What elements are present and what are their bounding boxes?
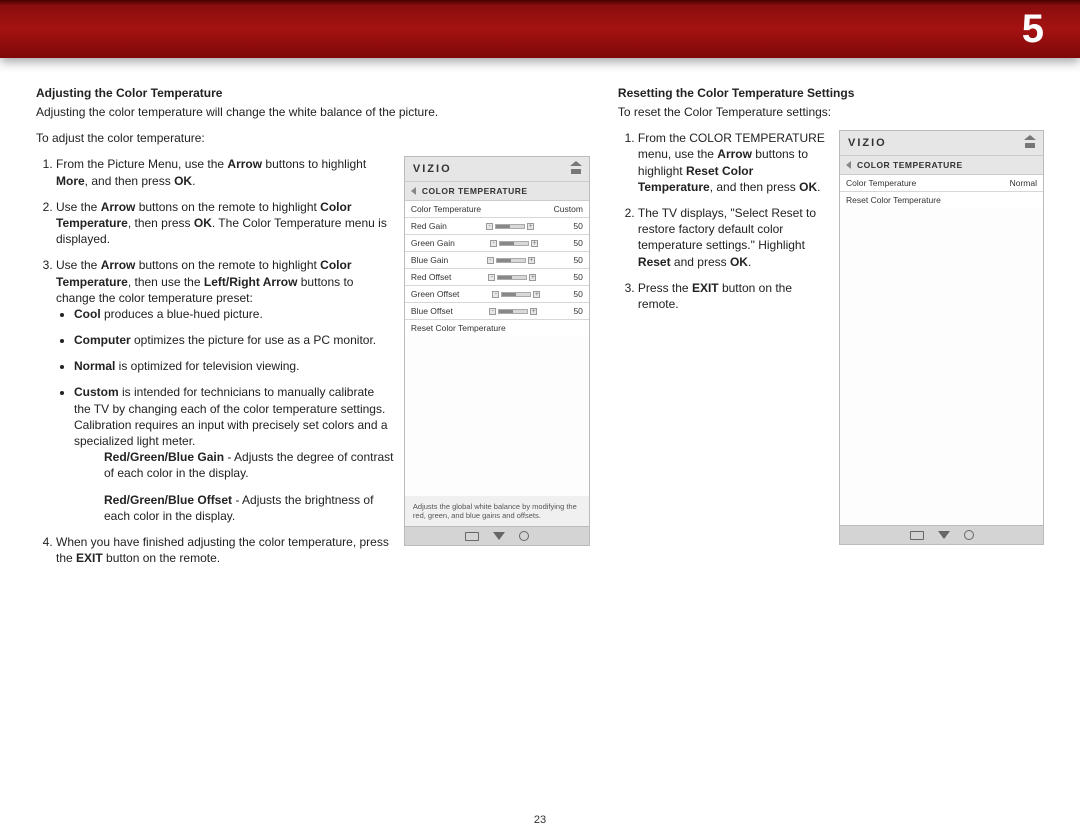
row-label: Blue Offset [411, 306, 453, 316]
left-column: Adjusting the Color Temperature Adjustin… [36, 86, 590, 576]
row-label: Green Gain [411, 238, 455, 248]
v-icon [938, 531, 950, 539]
gear-icon [519, 531, 529, 541]
menu-row: Red Offset -+ 50 [405, 269, 589, 286]
row-label: Red Offset [411, 272, 451, 282]
menu-row: Red Gain -+ 50 [405, 218, 589, 235]
row-label: Color Temperature [846, 178, 916, 188]
slider: -+ [487, 256, 535, 264]
row-label: Blue Gain [411, 255, 448, 265]
row-value: Custom [554, 204, 583, 214]
back-icon [411, 187, 416, 195]
menu-title: COLOR TEMPERATURE [857, 160, 963, 170]
menu-row: Color Temperature Normal [840, 175, 1043, 192]
menu-row: Green Gain -+ 50 [405, 235, 589, 252]
v-icon [493, 532, 505, 540]
menu-rows: Color Temperature Custom Red Gain -+ 50 … [405, 201, 589, 336]
chapter-header: 5 [0, 0, 1080, 58]
menu-title-row: COLOR TEMPERATURE [840, 156, 1043, 175]
row-value: 50 [573, 272, 582, 282]
home-icon [571, 164, 581, 174]
tv-menu: VIZIO COLOR TEMPERATURE Color Temperatur… [404, 156, 590, 546]
screenshot-color-temp-menu: VIZIO COLOR TEMPERATURE Color Temperatur… [404, 156, 590, 546]
brand-logo: VIZIO [413, 163, 452, 175]
section-heading: Adjusting the Color Temperature [36, 86, 590, 100]
slider: -+ [488, 273, 536, 281]
brand-row: VIZIO [405, 157, 589, 182]
row-value: 50 [573, 289, 582, 299]
menu-title-row: COLOR TEMPERATURE [405, 182, 589, 201]
brand-logo: VIZIO [848, 137, 887, 149]
lead-in: To adjust the color temperature: [36, 130, 590, 146]
row-label: Red Gain [411, 221, 447, 231]
spacer [840, 208, 1043, 525]
row-value: 50 [573, 306, 582, 316]
menu-rows: Color Temperature Normal Reset Color Tem… [840, 175, 1043, 208]
brand-row: VIZIO [840, 131, 1043, 156]
menu-row: Reset Color Temperature [405, 320, 589, 336]
menu-title: COLOR TEMPERATURE [422, 186, 528, 196]
wide-icon [465, 532, 479, 541]
screenshot-reset-menu: VIZIO COLOR TEMPERATURE Color Temperatur… [839, 130, 1044, 545]
menu-footer [840, 525, 1043, 544]
row-label: Green Offset [411, 289, 460, 299]
right-column: Resetting the Color Temperature Settings… [618, 86, 1044, 576]
row-value: Normal [1010, 178, 1037, 188]
page-content: Adjusting the Color Temperature Adjustin… [0, 58, 1080, 576]
menu-footer [405, 526, 589, 545]
slider: -+ [489, 307, 537, 315]
menu-row: Blue Offset -+ 50 [405, 303, 589, 320]
row-value: 50 [573, 221, 582, 231]
menu-row: Green Offset -+ 50 [405, 286, 589, 303]
slider: -+ [490, 239, 538, 247]
slider: -+ [486, 222, 534, 230]
row-label: Reset Color Temperature [846, 195, 941, 205]
home-icon [1025, 138, 1035, 148]
wide-icon [910, 531, 924, 540]
menu-row: Reset Color Temperature [840, 192, 1043, 208]
slider: -+ [492, 290, 540, 298]
chapter-number: 5 [1022, 7, 1044, 52]
help-text: Adjusts the global white balance by modi… [405, 496, 589, 526]
spacer [405, 336, 589, 496]
menu-row: Color Temperature Custom [405, 201, 589, 218]
section-heading: Resetting the Color Temperature Settings [618, 86, 1044, 100]
menu-row: Blue Gain -+ 50 [405, 252, 589, 269]
tv-menu: VIZIO COLOR TEMPERATURE Color Temperatur… [839, 130, 1044, 545]
gear-icon [964, 530, 974, 540]
row-value: 50 [573, 238, 582, 248]
back-icon [846, 161, 851, 169]
row-value: 50 [573, 255, 582, 265]
row-label: Reset Color Temperature [411, 323, 506, 333]
intro-paragraph: Adjusting the color temperature will cha… [36, 104, 590, 120]
row-label: Color Temperature [411, 204, 481, 214]
page-number: 23 [0, 814, 1080, 826]
intro-paragraph: To reset the Color Temperature settings: [618, 104, 1044, 120]
